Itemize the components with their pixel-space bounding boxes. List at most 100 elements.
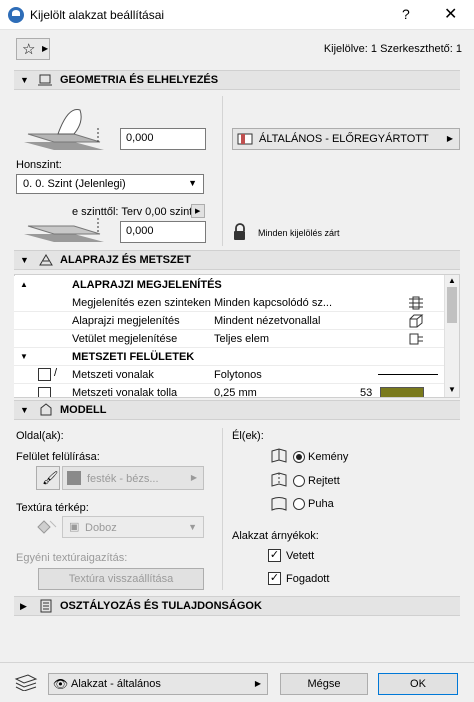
dialog-footer: 👁 Alakzat - általános ▶ Mégse OK bbox=[0, 662, 474, 702]
triangle-right-icon: ▶ bbox=[42, 44, 49, 53]
view-selector[interactable]: 👁 Alakzat - általános ▶ bbox=[48, 673, 268, 695]
collapse-arrow-icon: ▲ bbox=[20, 280, 28, 289]
receive-shadow-checkbox[interactable]: ✓ bbox=[268, 572, 281, 585]
brush-icon: 🖌 bbox=[42, 470, 59, 485]
geometry-icon bbox=[38, 74, 52, 86]
edge-option-label: Rejtett bbox=[308, 475, 340, 487]
table-group-header[interactable]: ▲ ALAPRAJZI MEGJELENÍTÉS bbox=[14, 276, 444, 294]
row-value: Folytonos bbox=[214, 369, 262, 381]
cube-icon: ▣ bbox=[69, 521, 80, 533]
triangle-right-icon: ▶ bbox=[195, 208, 201, 215]
row-checkbox[interactable] bbox=[38, 387, 51, 397]
hard-edge-icon bbox=[271, 448, 287, 463]
eye-icon: 👁 bbox=[53, 677, 69, 691]
projection-icon bbox=[409, 333, 423, 345]
edge-radio-hard[interactable] bbox=[293, 451, 305, 463]
help-button[interactable]: ? bbox=[402, 6, 410, 22]
shadow-option-label: Fogadott bbox=[286, 573, 330, 585]
collapse-arrow-icon: ▼ bbox=[20, 352, 28, 361]
table-row[interactable]: Vetület megjelenítése Teljes elem bbox=[14, 330, 444, 348]
texture-label: Textúra térkép: bbox=[16, 502, 89, 514]
surface-swatch bbox=[67, 471, 81, 485]
line-type-preview bbox=[378, 374, 438, 375]
layer-icon bbox=[237, 133, 253, 145]
lock-label: Minden kijelölés zárt bbox=[258, 228, 340, 238]
table-group-header[interactable]: ▼ METSZETI FELÜLETEK bbox=[14, 348, 444, 366]
texture-select[interactable]: ▣ Doboz ▼ bbox=[62, 516, 204, 538]
table-row[interactable]: / Metszeti vonalak Folytonos bbox=[14, 366, 444, 384]
offset-label: e szinttől: Terv 0,00 szint bbox=[72, 206, 193, 218]
table-row[interactable]: Megjelenítés ezen szinteken Minden kapcs… bbox=[14, 294, 444, 312]
table-row[interactable]: Alaprajzi megjelenítés Mindent nézetvona… bbox=[14, 312, 444, 330]
group-title: METSZETI FELÜLETEK bbox=[72, 351, 195, 363]
edge-option-label: Puha bbox=[308, 498, 334, 510]
triangle-right-icon: ▶ bbox=[190, 473, 197, 482]
section-geometry[interactable]: ▼ GEOMETRIA ÉS ELHELYEZÉS bbox=[14, 70, 460, 90]
home-story-value: 0. 0. Szint (Jelenlegi) bbox=[23, 178, 126, 190]
home-story-select[interactable]: 0. 0. Szint (Jelenlegi) ▼ bbox=[16, 174, 204, 194]
row-label: Vetület megjelenítése bbox=[72, 333, 178, 345]
layer-selector[interactable]: ÁLTALÁNOS - ELŐREGYÁRTOTT ▶ bbox=[232, 128, 460, 150]
surface-value: festék - bézs... bbox=[87, 473, 159, 485]
row-label: Megjelenítés ezen szinteken bbox=[72, 297, 211, 309]
section-model-title: MODELL bbox=[60, 404, 107, 416]
collapse-arrow-icon: ▼ bbox=[20, 255, 29, 265]
expand-arrow-icon: ▶ bbox=[20, 601, 27, 611]
texture-map-icon bbox=[37, 520, 57, 534]
ok-button[interactable]: OK bbox=[378, 673, 458, 695]
hidden-edge-icon bbox=[271, 472, 287, 487]
chevron-down-icon: ▼ bbox=[188, 178, 197, 188]
layer-label: ÁLTALÁNOS - ELŐREGYÁRTOTT bbox=[259, 133, 429, 145]
cast-shadow-checkbox[interactable]: ✓ bbox=[268, 549, 281, 562]
section-classification-title: OSZTÁLYOZÁS ÉS TULAJDONSÁGOK bbox=[60, 600, 262, 612]
section-model[interactable]: ▼ MODELL bbox=[14, 400, 460, 420]
cube-icon bbox=[409, 314, 424, 328]
row-label: Alaprajzi megjelenítés bbox=[72, 315, 180, 327]
bottom-offset-diagram-icon bbox=[24, 218, 104, 242]
smooth-edge-icon bbox=[271, 497, 287, 511]
section-classification[interactable]: ▶ OSZTÁLYOZÁS ÉS TULAJDONSÁGOK bbox=[14, 596, 460, 616]
model-icon bbox=[40, 403, 52, 416]
row-value: 0,25 mm bbox=[214, 387, 257, 397]
collapse-arrow-icon: ▼ bbox=[20, 405, 29, 415]
shadows-label: Alakzat árnyékok: bbox=[232, 530, 319, 542]
pen-color-swatch bbox=[380, 387, 424, 397]
texture-value: Doboz bbox=[85, 522, 117, 534]
cancel-button[interactable]: Mégse bbox=[280, 673, 368, 695]
triangle-right-icon: ▶ bbox=[446, 134, 453, 143]
classification-icon bbox=[40, 599, 52, 613]
edges-label: Él(ek): bbox=[232, 430, 264, 442]
surface-select[interactable]: festék - bézs... ▶ bbox=[62, 466, 204, 490]
bottom-offset-input[interactable]: 0,000 bbox=[120, 221, 206, 243]
divider bbox=[222, 428, 223, 590]
chevron-down-icon: ▼ bbox=[188, 522, 197, 532]
surface-override-toggle[interactable]: 🖌 bbox=[36, 466, 60, 490]
home-story-label: Honszint: bbox=[16, 159, 62, 171]
stories-icon bbox=[409, 296, 423, 310]
row-checkbox[interactable] bbox=[38, 368, 51, 381]
section-floorplan-title: ALAPRAJZ ÉS METSZET bbox=[60, 254, 191, 266]
close-button[interactable]: ✕ bbox=[444, 4, 457, 24]
lock-icon[interactable] bbox=[230, 222, 250, 242]
favorites-button[interactable]: ☆ ▶ bbox=[16, 38, 50, 60]
shadow-option-label: Vetett bbox=[286, 550, 315, 562]
table-row-partial[interactable]: Metszeti vonalak tolla 0,25 mm 53 bbox=[14, 384, 444, 397]
slash-icon: / bbox=[54, 367, 58, 379]
top-offset-input[interactable]: 0,000 bbox=[120, 128, 206, 150]
selection-info: Kijelölve: 1 Szerkeszthető: 1 bbox=[323, 43, 462, 55]
group-title: ALAPRAJZI MEGJELENÍTÉS bbox=[72, 279, 222, 291]
row-value: Teljes elem bbox=[214, 333, 270, 345]
section-floorplan[interactable]: ▼ ALAPRAJZ ÉS METSZET bbox=[14, 250, 460, 270]
table-scrollbar[interactable]: ▲ ▼ bbox=[444, 275, 459, 397]
edge-option-label: Kemény bbox=[308, 451, 349, 463]
offset-reference-button[interactable]: ▶ bbox=[191, 204, 205, 218]
star-icon: ☆ bbox=[22, 41, 36, 58]
sides-label: Oldal(ak): bbox=[16, 430, 64, 442]
scroll-up-icon: ▲ bbox=[448, 276, 456, 285]
pen-number: 53 bbox=[360, 387, 373, 397]
triangle-right-icon: ▶ bbox=[254, 679, 261, 688]
edge-radio-hidden[interactable] bbox=[293, 475, 305, 487]
reset-texture-button[interactable]: Textúra visszaállítása bbox=[38, 568, 204, 590]
scrollbar-thumb[interactable] bbox=[447, 287, 457, 323]
edge-radio-smooth[interactable] bbox=[293, 498, 305, 510]
